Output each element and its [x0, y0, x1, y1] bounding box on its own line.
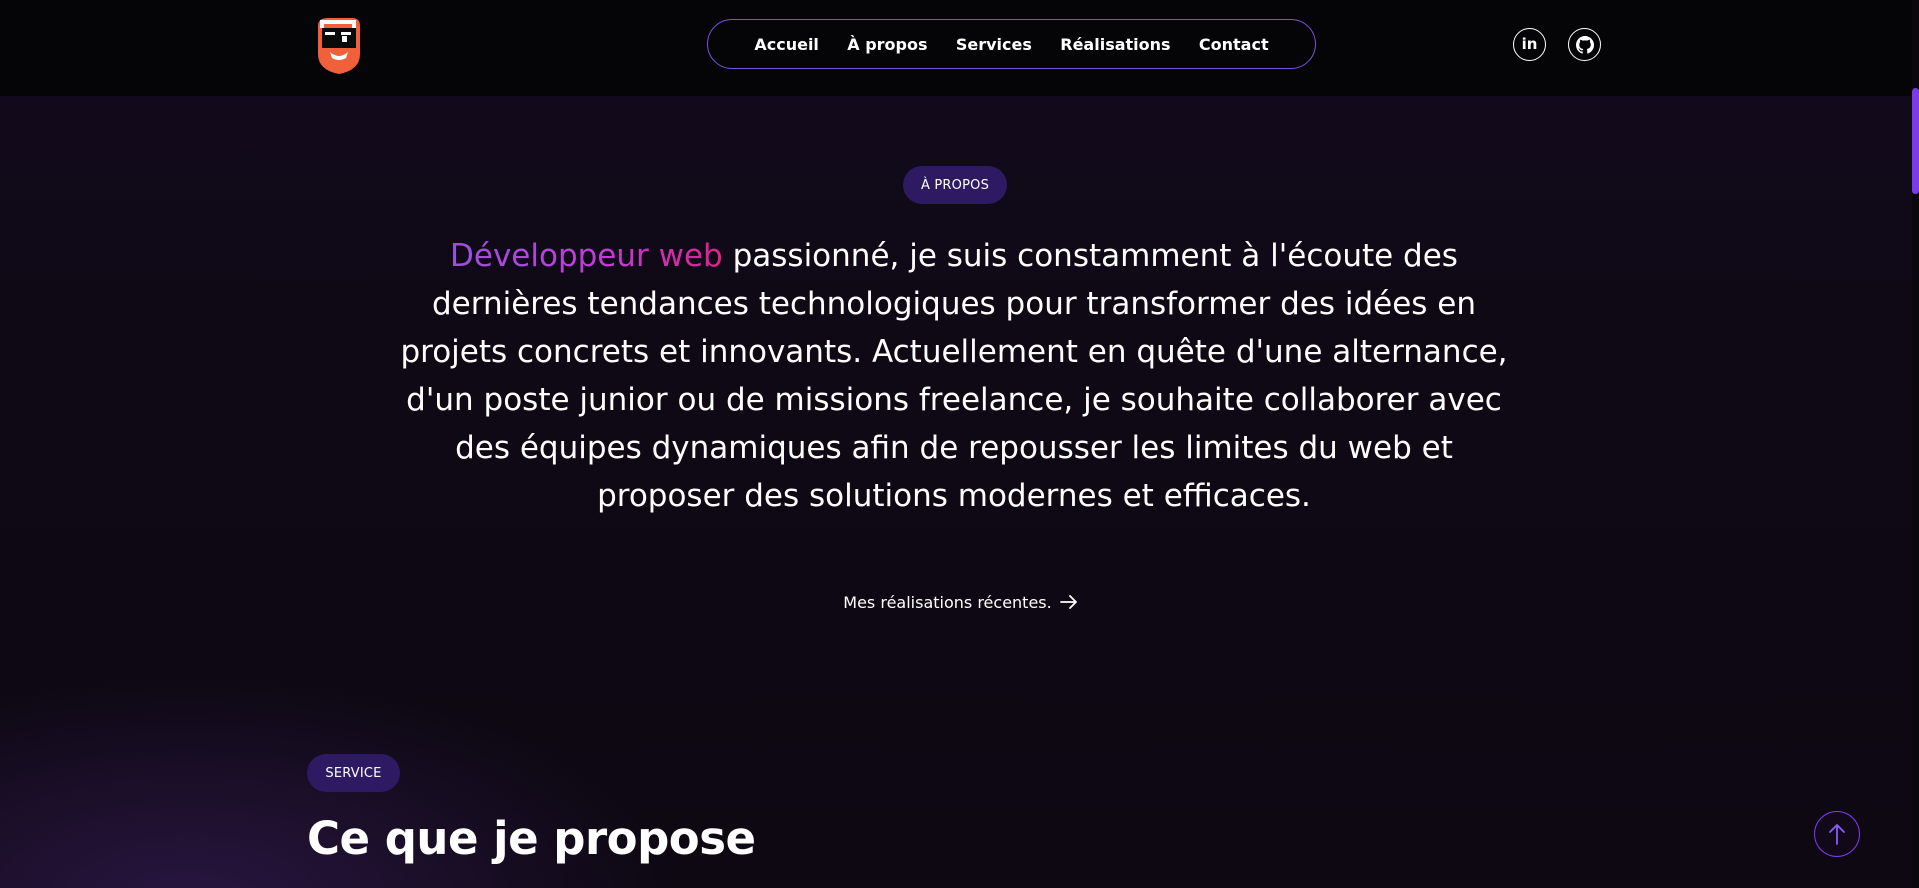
github-button[interactable]: [1568, 28, 1601, 61]
service-badge: SERVICE: [307, 754, 400, 792]
scrollbar-thumb[interactable]: [1912, 88, 1919, 194]
about-text: passionné, je suis constamment à l'écout…: [400, 238, 1508, 514]
nav-item-accueil[interactable]: Accueil: [754, 35, 819, 54]
main-nav: Accueil À propos Services Réalisations C…: [707, 19, 1316, 69]
bearded-face-logo-icon[interactable]: [312, 14, 364, 78]
arrow-up-icon: [1828, 823, 1846, 845]
nav-item-a-propos[interactable]: À propos: [847, 35, 927, 54]
services-title: Ce que je propose: [307, 812, 756, 865]
scroll-to-top-button[interactable]: [1814, 811, 1860, 857]
about-paragraph: Développeur web passionné, je suis const…: [388, 232, 1520, 520]
page: Accueil À propos Services Réalisations C…: [0, 0, 1919, 888]
linkedin-icon: in: [1521, 35, 1538, 53]
arrow-right-icon: [1059, 595, 1078, 609]
linkedin-button[interactable]: in: [1513, 28, 1546, 61]
about-badge: À PROPOS: [903, 166, 1007, 204]
recent-projects-label: Mes réalisations récentes.: [843, 592, 1052, 612]
github-icon: [1575, 35, 1594, 54]
nav-item-contact[interactable]: Contact: [1199, 35, 1269, 54]
recent-projects-link[interactable]: Mes réalisations récentes.: [833, 589, 1088, 615]
nav-item-realisations[interactable]: Réalisations: [1060, 35, 1170, 54]
site-header: Accueil À propos Services Réalisations C…: [0, 0, 1912, 96]
about-highlight: Développeur web: [450, 238, 723, 274]
nav-item-services[interactable]: Services: [956, 35, 1032, 54]
